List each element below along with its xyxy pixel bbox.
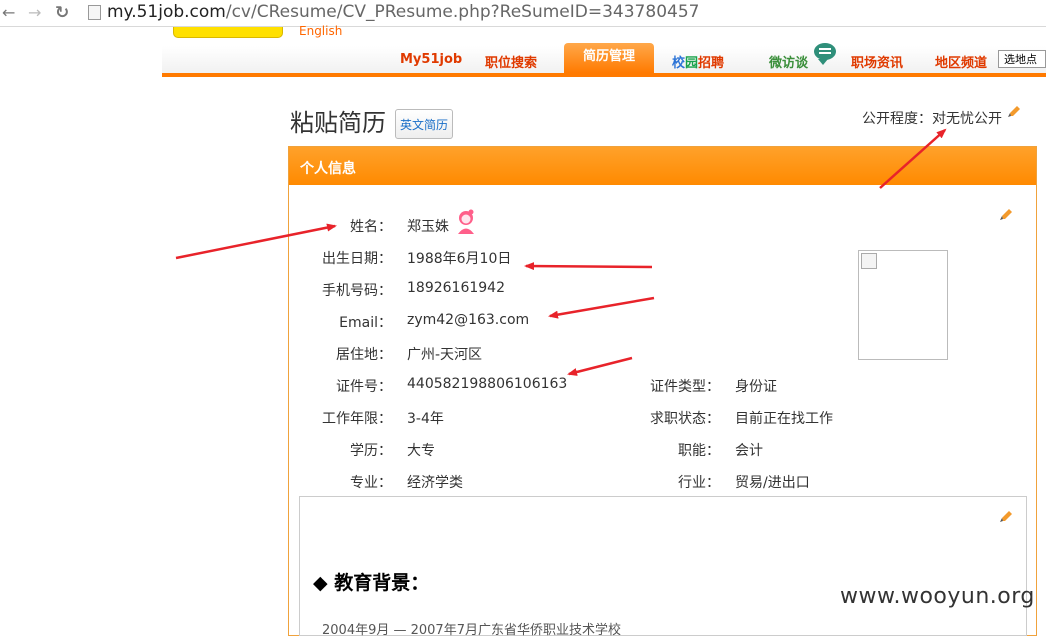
nav-weifangtan[interactable]: 微访谈 — [769, 52, 808, 71]
name-value: 郑玉姝 — [407, 219, 449, 235]
education-label: 学历： — [350, 443, 392, 459]
birth-date-value: 1988年6月10日 — [407, 251, 512, 267]
campus-char-4: 聘 — [711, 56, 725, 71]
nav-my51job[interactable]: My51job — [400, 52, 462, 67]
id-number-label: 证件号： — [336, 379, 392, 395]
phone-label: 手机号码： — [322, 283, 392, 299]
url-path: /cv/CResume/CV_PResume.php?ReSumeID=3437… — [225, 2, 700, 22]
education-row: 2004年9月 — 2007年7月广东省华侨职业技术学校 — [322, 623, 621, 638]
work-years-label: 工作年限： — [322, 411, 392, 427]
section-header — [289, 147, 1036, 185]
main-navbar: My51job 职位搜索 简历管理 校园招聘 微访谈 职场资讯 地区频道 选地点 — [162, 43, 1046, 77]
region-select[interactable]: 选地点 — [998, 50, 1046, 68]
education-value: 大专 — [407, 443, 435, 459]
job-status-value: 目前正在找工作 — [735, 411, 833, 427]
nav-career-news[interactable]: 职场资讯 — [851, 52, 903, 71]
email-value: zym42@163.com — [407, 312, 530, 328]
id-type-label: 证件类型： — [650, 379, 720, 395]
privacy-setting[interactable]: 公开程度：对无忧公开 — [862, 108, 1002, 128]
job-status-label: 求职状态： — [650, 411, 720, 427]
work-years-value: 3-4年 — [407, 411, 444, 427]
female-avatar-icon — [458, 209, 474, 234]
pencil-icon[interactable] — [1000, 207, 1014, 221]
residence-value: 广州-天河区 — [407, 347, 483, 363]
email-label: Email： — [339, 315, 392, 331]
function-value: 会计 — [735, 443, 763, 459]
nav-campus[interactable]: 校园招聘 — [672, 52, 724, 71]
section-title: 个人信息 — [300, 161, 356, 177]
watermark: www.wooyun.org — [840, 584, 1035, 609]
function-label: 职能： — [678, 443, 720, 459]
residence-label: 居住地： — [336, 347, 392, 363]
back-arrow-icon[interactable]: ← — [2, 3, 15, 22]
major-label: 专业： — [350, 475, 392, 491]
forward-arrow-icon[interactable]: → — [28, 3, 41, 22]
birth-date-label: 出生日期： — [322, 251, 392, 267]
english-link[interactable]: English — [299, 24, 342, 38]
campus-char-2: 园 — [685, 56, 699, 71]
industry-value: 贸易/进出口 — [735, 475, 810, 491]
nav-resume-manage-label: 简历管理 — [582, 49, 635, 64]
reload-icon[interactable]: ↻ — [55, 3, 69, 23]
campus-char-1: 校 — [672, 56, 686, 71]
industry-label: 行业： — [678, 475, 720, 491]
chat-bubble-icon — [814, 43, 836, 65]
pencil-icon[interactable] — [1000, 509, 1014, 523]
id-type-value: 身份证 — [735, 379, 777, 395]
profile-photo — [858, 250, 948, 360]
campus-char-3: 招 — [698, 56, 712, 71]
url-host: my.51job.com — [107, 2, 226, 22]
education-heading: ◆ 教育背景： — [313, 572, 430, 594]
education-section — [299, 496, 1027, 636]
pencil-icon[interactable] — [1008, 104, 1022, 118]
page-icon — [88, 5, 101, 20]
broken-image-icon — [861, 253, 877, 269]
name-label: 姓名： — [350, 219, 392, 235]
major-value: 经济学类 — [407, 475, 463, 491]
phone-value: 18926161942 — [407, 280, 505, 296]
nav-job-search[interactable]: 职位搜索 — [485, 52, 537, 71]
id-number-value: 440582198806106163 — [407, 376, 568, 392]
url-field[interactable]: my.51job.com/cv/CResume/CV_PResume.php?R… — [107, 2, 699, 22]
nav-regional[interactable]: 地区频道 — [935, 52, 987, 71]
page-title: 粘贴简历 — [290, 109, 386, 137]
english-resume-button[interactable]: 英文简历 — [395, 109, 453, 139]
nav-resume-manage[interactable]: 简历管理 — [564, 43, 654, 73]
site-logo[interactable] — [173, 27, 283, 38]
